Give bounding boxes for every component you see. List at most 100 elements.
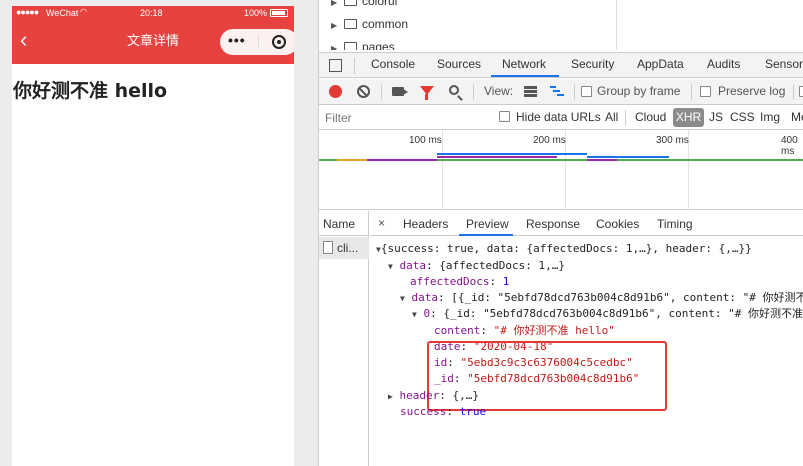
- filter-type-js[interactable]: JS: [709, 110, 723, 124]
- tab-security[interactable]: Security: [571, 57, 614, 71]
- toolbar-divider: [381, 84, 382, 100]
- timeline-bar: [437, 159, 587, 161]
- search-icon[interactable]: [449, 85, 459, 95]
- timeline-bar: [367, 159, 437, 161]
- json-success-row: success: true: [400, 405, 487, 418]
- name-column-header[interactable]: Name: [319, 211, 369, 236]
- record-icon[interactable]: [329, 85, 342, 98]
- json-data-row[interactable]: ▼ data: {affectedDocs: 1,…}: [388, 258, 565, 275]
- json-root-row[interactable]: ▼{success: true, data: {affectedDocs: 1,…: [376, 241, 752, 258]
- tab-sources[interactable]: Sources: [437, 57, 481, 71]
- timeline-tick: 200 ms: [533, 135, 566, 146]
- waterfall-icon[interactable]: [550, 86, 564, 97]
- collapse-arrow-icon[interactable]: ▼: [400, 294, 405, 303]
- toolbar-divider: [473, 84, 474, 100]
- document-icon: [323, 241, 333, 254]
- tab-sensor[interactable]: Sensor: [765, 57, 803, 71]
- timeline-bar: [587, 159, 617, 161]
- folder-icon: [344, 42, 357, 50]
- disable-cache-checkbox[interactable]: [799, 86, 803, 97]
- expand-arrow-icon[interactable]: ▶: [331, 21, 341, 30]
- json-key: data: [399, 259, 426, 272]
- carrier-label: WeChat: [46, 8, 79, 18]
- view-label: View:: [484, 84, 514, 98]
- filter-type-cloud[interactable]: Cloud: [635, 110, 666, 124]
- filter-type-all[interactable]: All: [605, 110, 618, 124]
- devtools-panel: ▶ colorui ▶ common ▶ pages Console Sources …: [318, 0, 803, 466]
- network-timeline[interactable]: 100 ms 200 ms 300 ms 400 ms: [319, 130, 803, 210]
- collapse-arrow-icon[interactable]: ▼: [412, 310, 417, 319]
- json-key: data: [411, 291, 438, 304]
- toolbar-divider: [691, 84, 692, 100]
- timeline-bar: [587, 156, 669, 158]
- json-value: "# 你好测不准 hello": [493, 324, 615, 337]
- more-icon[interactable]: •••: [228, 32, 246, 48]
- tab-headers[interactable]: Headers: [403, 217, 448, 231]
- phone-screen: ●●●●● WeChat ◠ 20:18 100% ‹ 文章详情 ••• 你好测…: [12, 6, 294, 466]
- tab-divider: [354, 58, 355, 74]
- request-detail: × Headers Preview Response Cookies Timin…: [370, 211, 803, 466]
- hide-data-urls-label: Hide data URLs: [516, 110, 601, 124]
- expand-arrow-icon[interactable]: ▶: [388, 392, 393, 401]
- timeline-bar: [437, 153, 587, 155]
- tab-timing[interactable]: Timing: [657, 217, 693, 231]
- tab-cookies[interactable]: Cookies: [596, 217, 639, 231]
- tree-item-label: colorui: [362, 0, 398, 8]
- timeline-bar: [337, 159, 367, 161]
- miniprogram-capsule: •••: [220, 29, 294, 55]
- group-by-frame-checkbox[interactable]: [581, 86, 592, 97]
- wifi-icon: ◠: [80, 7, 87, 16]
- toolbar-divider: [793, 84, 794, 100]
- group-by-frame-label: Group by frame: [597, 84, 681, 98]
- collapse-arrow-icon[interactable]: ▼: [388, 262, 393, 271]
- requests-area: Name cli... × Headers Preview Response C…: [319, 211, 803, 466]
- status-time: 20:18: [140, 8, 163, 18]
- close-circle-icon[interactable]: [272, 35, 286, 49]
- tab-response[interactable]: Response: [526, 217, 580, 231]
- battery-icon: [270, 9, 288, 17]
- large-rows-icon[interactable]: [524, 86, 537, 97]
- tree-item-common[interactable]: ▶ common: [331, 17, 408, 37]
- request-list: Name cli...: [319, 211, 369, 466]
- filter-type-media[interactable]: Me: [791, 110, 803, 124]
- json-item-0-row[interactable]: ▼ 0: {_id: "5ebfd78dcd763b004c8d91b6", c…: [412, 306, 803, 323]
- clear-icon[interactable]: [357, 85, 370, 98]
- request-name: cli...: [337, 241, 359, 255]
- filter-type-css[interactable]: CSS: [730, 110, 755, 124]
- tab-appdata[interactable]: AppData: [637, 57, 684, 71]
- hide-data-urls-checkbox[interactable]: [499, 111, 510, 122]
- tree-item-pages[interactable]: ▶ pages: [331, 40, 395, 50]
- json-affected-row: affectedDocs: 1: [410, 275, 510, 288]
- tab-audits[interactable]: Audits: [707, 57, 740, 71]
- json-value: true: [459, 405, 487, 418]
- filter-icon[interactable]: [420, 86, 434, 100]
- file-tree: ▶ colorui ▶ common ▶ pages: [319, 0, 803, 50]
- nav-bar: ‹ 文章详情 •••: [12, 20, 294, 64]
- inspect-element-icon[interactable]: [329, 59, 342, 72]
- tree-item-colorui[interactable]: ▶ colorui: [331, 0, 397, 14]
- json-value: {affectedDocs: 1,…}: [439, 259, 566, 272]
- expand-arrow-icon[interactable]: ▶: [331, 0, 341, 7]
- tab-preview[interactable]: Preview: [466, 217, 509, 231]
- json-value: [{_id: "5ebfd78dcd763b004c8d91b6", conte…: [451, 291, 803, 304]
- toolbar-divider: [574, 84, 575, 100]
- filter-type-xhr[interactable]: XHR: [673, 108, 704, 127]
- timeline-bar: [437, 156, 557, 158]
- active-tab-indicator: [491, 75, 559, 77]
- preserve-log-checkbox[interactable]: [700, 86, 711, 97]
- filter-divider: [625, 110, 626, 126]
- request-row[interactable]: cli...: [319, 237, 369, 259]
- json-header-row[interactable]: ▶ header: {,…}: [388, 388, 479, 405]
- json-data-array-row[interactable]: ▼ data: [{_id: "5ebfd78dcd763b004c8d91b6…: [400, 290, 803, 307]
- tab-network[interactable]: Network: [502, 57, 546, 71]
- preserve-log-label: Preserve log: [718, 84, 786, 98]
- filter-input[interactable]: [325, 110, 485, 126]
- tab-console[interactable]: Console: [371, 57, 415, 71]
- screenshot-camera-icon[interactable]: [392, 87, 408, 96]
- folder-icon: [344, 19, 357, 29]
- expand-arrow-icon[interactable]: ▶: [331, 44, 341, 50]
- devtools-tab-bar: Console Sources Network Security AppData…: [319, 52, 803, 78]
- filter-type-img[interactable]: Img: [760, 110, 780, 124]
- json-value: {,…}: [452, 389, 479, 402]
- close-icon[interactable]: ×: [378, 216, 385, 230]
